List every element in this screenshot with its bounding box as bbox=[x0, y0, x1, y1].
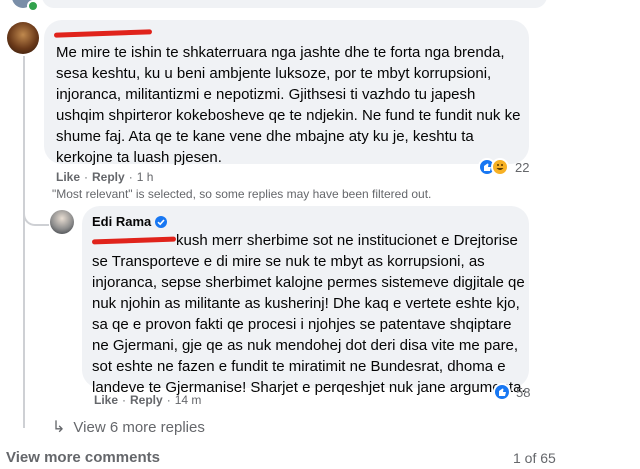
separator: · bbox=[84, 170, 89, 184]
reply-author-label: Edi Rama bbox=[92, 214, 152, 229]
comments-pagination: 1 of 65 bbox=[513, 450, 556, 466]
reply-bubble: Edi Rama kush merr sherbime sot ne insti… bbox=[82, 206, 529, 396]
thread-line bbox=[23, 56, 25, 428]
thread-line-branch bbox=[23, 200, 49, 226]
reply-reaction-count: 58 bbox=[516, 384, 531, 400]
top-comment-reaction-count: 22 bbox=[515, 159, 530, 175]
reply-time[interactable]: 14 m bbox=[175, 393, 202, 407]
reply-author-avatar[interactable] bbox=[50, 210, 74, 234]
top-comment-text: Me mire te ishin te shkaterruara nga jas… bbox=[56, 44, 521, 166]
reply-actions: Like · Reply · 14 m bbox=[94, 393, 201, 407]
reply-reply-button[interactable]: Reply bbox=[130, 393, 163, 407]
reply-text: kush merr sherbime sot ne institucionet … bbox=[92, 232, 526, 396]
reply-reactions[interactable]: 58 bbox=[493, 383, 530, 401]
top-comment-bubble: Me mire te ishin te shkaterruara nga jas… bbox=[44, 20, 529, 166]
view-more-comments-link[interactable]: View more comments bbox=[6, 449, 160, 466]
top-comment-reactions[interactable]: 22 bbox=[478, 158, 529, 176]
view-more-replies-label: View 6 more replies bbox=[73, 418, 205, 436]
top-comment-reply-button[interactable]: Reply bbox=[92, 170, 125, 184]
separator: · bbox=[122, 393, 127, 407]
commenter-avatar[interactable] bbox=[7, 22, 39, 54]
top-comment-time[interactable]: 1 h bbox=[137, 170, 154, 184]
reply-arrow-icon: ↳ bbox=[52, 419, 66, 436]
previous-comment-bar bbox=[42, 0, 547, 8]
separator: · bbox=[128, 170, 133, 184]
top-comment-actions: Like · Reply · 1 h bbox=[56, 170, 153, 184]
like-reaction-icon bbox=[493, 383, 511, 401]
top-comment-like-button[interactable]: Like bbox=[56, 170, 80, 184]
view-more-replies-link[interactable]: ↳ View 6 more replies bbox=[52, 417, 205, 437]
name-redaction-mark bbox=[53, 29, 153, 38]
reply-author-name[interactable]: Edi Rama bbox=[92, 214, 168, 229]
reply-like-button[interactable]: Like bbox=[94, 393, 118, 407]
scrollbar[interactable] bbox=[632, 0, 640, 469]
haha-reaction-icon bbox=[491, 158, 509, 176]
filter-notice: "Most relevant" is selected, so some rep… bbox=[52, 187, 432, 201]
separator: · bbox=[166, 393, 171, 407]
online-status-dot bbox=[27, 0, 39, 12]
verified-badge-icon bbox=[155, 215, 168, 228]
